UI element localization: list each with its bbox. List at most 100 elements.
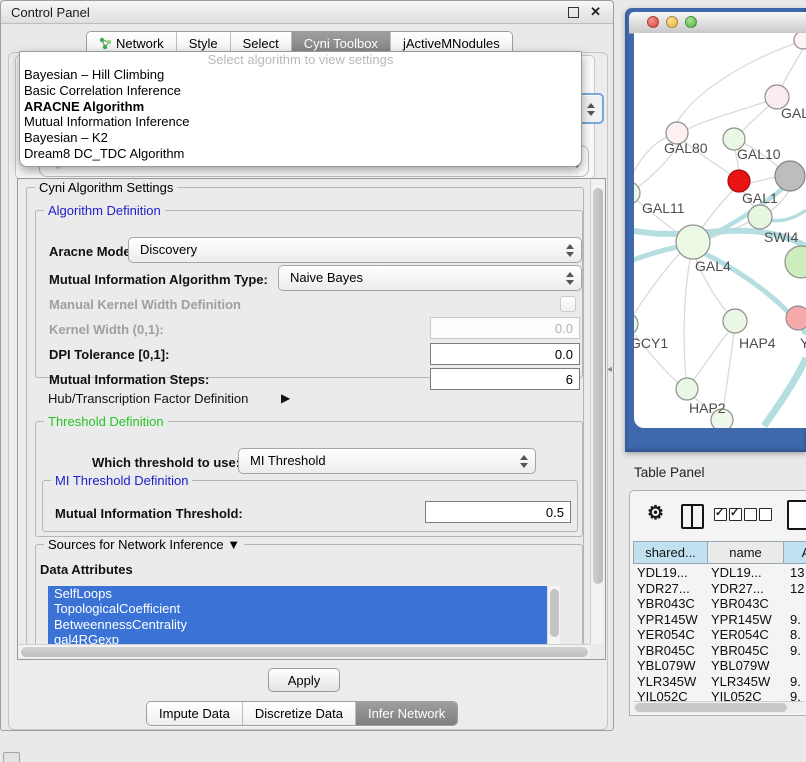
node-swi4[interactable] xyxy=(748,205,772,229)
sources-group: Sources for Network Inference ▼ Data Att… xyxy=(35,544,583,655)
minimize-traffic-light[interactable] xyxy=(666,16,678,28)
collapsed-arrow-icon[interactable]: ▶ xyxy=(281,391,290,405)
which-threshold-label: Which threshold to use: xyxy=(92,455,240,470)
scrollbar-thumb[interactable] xyxy=(550,589,559,637)
network-canvas[interactable]: GAL GAL80 GAL10 GAL1 GAL11 SWI4 GAL4 GCY… xyxy=(634,33,806,428)
dropdown-option-dream8[interactable]: Dream8 DC_TDC Algorithm xyxy=(20,146,581,162)
list-scrollbar[interactable] xyxy=(547,586,560,647)
columns-icon[interactable] xyxy=(681,504,704,529)
list-item-betweennesscentrality[interactable]: BetweennessCentrality xyxy=(48,617,560,632)
scrollbar-thumb[interactable] xyxy=(593,188,603,584)
dpi-tolerance-field[interactable]: 0.0 xyxy=(430,343,580,365)
node-label: Y xyxy=(800,335,806,351)
table-row[interactable]: YLR345WYLR345W9. xyxy=(633,674,806,690)
dropdown-option-mutual-information[interactable]: Mutual Information Inference xyxy=(20,114,581,130)
tab-impute-data[interactable]: Impute Data xyxy=(147,702,243,725)
group-title: Cyni Algorithm Settings xyxy=(35,180,177,195)
group-title: Algorithm Definition xyxy=(44,203,165,218)
table-row[interactable]: YBR043CYBR043C xyxy=(633,596,806,612)
scrollbar-thumb[interactable] xyxy=(21,647,588,657)
node[interactable] xyxy=(794,33,806,49)
node-label: SWI4 xyxy=(764,229,798,245)
tab-infer-network[interactable]: Infer Network xyxy=(356,702,457,725)
dropdown-option-aracne[interactable]: ARACNE Algorithm xyxy=(20,99,581,115)
table-row[interactable]: YBL079WYBL079W xyxy=(633,658,806,674)
checked-checkbox-icon[interactable]: ✓ xyxy=(729,508,742,521)
checked-checkbox-icon[interactable]: ✓ xyxy=(714,508,727,521)
kernel-width-label: Kernel Width (0,1): xyxy=(49,322,164,337)
group-title: Sources for Network Inference ▼ xyxy=(44,537,244,552)
data-attributes-list: SelfLoops TopologicalCoefficient Between… xyxy=(48,586,560,647)
node-gray[interactable] xyxy=(775,161,805,191)
node-label: HAP2 xyxy=(689,400,726,416)
algorithm-definition-group: Algorithm Definition Aracne Mode: Discov… xyxy=(35,210,583,378)
dpi-tolerance-label: DPI Tolerance [0,1]: xyxy=(49,347,169,362)
close-icon[interactable]: ✕ xyxy=(590,4,601,20)
mi-threshold-field[interactable]: 0.5 xyxy=(425,501,571,523)
table-row[interactable]: YBR045CYBR045C9. xyxy=(633,643,806,659)
dropdown-option-basic-correlation[interactable]: Basic Correlation Inference xyxy=(20,83,581,99)
node-gcy1[interactable] xyxy=(634,313,638,335)
mi-type-combobox[interactable]: Naive Bayes xyxy=(278,265,582,291)
cyni-algorithm-settings-group: Cyni Algorithm Settings Algorithm Defini… xyxy=(26,187,584,645)
node-label: GAL xyxy=(781,105,806,121)
table-row[interactable]: YDR27...YDR27...12 xyxy=(633,581,806,597)
cyni-toolbox-tab-bar: Impute Data Discretize Data Infer Networ… xyxy=(146,701,458,726)
node-green[interactable] xyxy=(785,246,806,278)
mi-threshold-label: Mutual Information Threshold: xyxy=(55,506,243,521)
table-horizontal-scrollbar[interactable] xyxy=(633,701,805,713)
node-hap2[interactable] xyxy=(676,378,698,400)
table-row[interactable]: YDL19...YDL19...13 xyxy=(633,565,806,581)
table-row[interactable]: YIL052CYIL052C9. xyxy=(633,689,806,701)
mi-steps-field[interactable]: 6 xyxy=(430,368,580,390)
list-item-topologicalcoefficient[interactable]: TopologicalCoefficient xyxy=(48,601,560,616)
column-header-shared-name[interactable]: shared... xyxy=(633,541,708,564)
dropdown-option-bayesian-k2[interactable]: Bayesian – K2 xyxy=(20,130,581,146)
node-label: GAL10 xyxy=(737,146,781,162)
document-icon[interactable] xyxy=(787,500,806,530)
settings-vertical-scrollbar[interactable] xyxy=(590,180,604,644)
close-traffic-light[interactable] xyxy=(647,16,659,28)
node-label: GCY1 xyxy=(634,335,668,351)
node-gal1-selected[interactable] xyxy=(728,170,750,192)
column-header-name[interactable]: name xyxy=(707,541,784,564)
gear-icon[interactable]: ⚙ xyxy=(647,502,664,525)
apply-button[interactable]: Apply xyxy=(268,668,340,692)
node-label: HAP4 xyxy=(739,335,776,351)
expanded-arrow-icon[interactable]: ▼ xyxy=(227,537,240,552)
control-panel-window: Control Panel ✕ Network Style Select Cyn… xyxy=(0,0,614,731)
network-icon xyxy=(99,37,112,50)
mi-steps-label: Mutual Information Steps: xyxy=(49,372,209,387)
table-row[interactable]: YER054CYER054C8. xyxy=(633,627,806,643)
dropdown-option-bayesian-hill-climbing[interactable]: Bayesian – Hill Climbing xyxy=(20,67,581,83)
kernel-width-field[interactable]: 0.0 xyxy=(430,317,580,339)
panel-divider-grip[interactable]: ◂ xyxy=(607,364,612,375)
column-header-partial[interactable]: A xyxy=(783,541,806,564)
float-icon[interactable] xyxy=(568,7,579,18)
group-title: Threshold Definition xyxy=(44,414,168,429)
tab-discretize-data[interactable]: Discretize Data xyxy=(243,702,356,725)
unchecked-checkbox-icon[interactable] xyxy=(744,508,757,521)
which-threshold-combobox[interactable]: MI Threshold xyxy=(238,448,536,474)
control-panel-titlebar: Control Panel ✕ xyxy=(1,1,613,24)
node-salmon[interactable] xyxy=(786,306,806,330)
dropdown-placeholder: Select algorithm to view settings xyxy=(20,52,581,67)
node-gal11[interactable] xyxy=(634,182,640,204)
scrollbar-thumb[interactable] xyxy=(635,703,787,712)
aracne-mode-combobox[interactable]: Discovery xyxy=(128,237,582,263)
list-item-selfloops[interactable]: SelfLoops xyxy=(48,586,560,601)
zoom-traffic-light[interactable] xyxy=(685,16,697,28)
data-attributes-label: Data Attributes xyxy=(40,562,133,577)
node-hap4[interactable] xyxy=(723,309,747,333)
node-label: GAL80 xyxy=(664,140,708,156)
algorithm-dropdown-popup: Select algorithm to view settings Bayesi… xyxy=(19,51,582,167)
mi-threshold-definition-group: MI Threshold Definition Mutual Informati… xyxy=(42,480,578,532)
hub-definition-label: Hub/Transcription Factor Definition xyxy=(48,391,248,406)
minimized-panel-icon[interactable] xyxy=(3,752,20,762)
unchecked-checkbox-icon[interactable] xyxy=(759,508,772,521)
manual-kernel-checkbox[interactable] xyxy=(560,296,576,312)
node-gal4[interactable] xyxy=(676,225,710,259)
settings-horizontal-scrollbar[interactable] xyxy=(19,644,590,658)
table-row[interactable]: YPR145WYPR145W9. xyxy=(633,612,806,628)
node-label: GAL11 xyxy=(642,200,685,216)
